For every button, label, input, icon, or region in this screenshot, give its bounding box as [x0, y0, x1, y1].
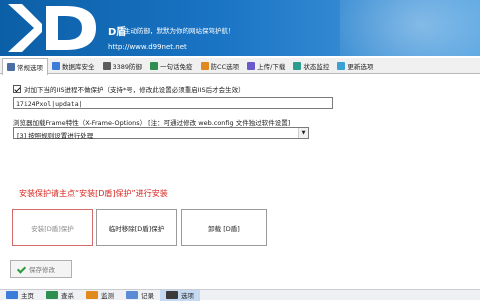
home-icon: [6, 291, 18, 299]
app-banner: D盾 主动防御，默默为你的网站保驾护航！ http://www.d99net.n…: [0, 0, 480, 56]
tab-3389[interactable]: 3389防御: [99, 58, 147, 74]
nav-options[interactable]: 选项: [160, 289, 200, 301]
monitor-icon: [86, 291, 98, 299]
save-label: 保存修改: [29, 266, 55, 274]
tab-anti-cc[interactable]: 防CC选项: [197, 58, 244, 74]
wrench-icon: [7, 63, 15, 71]
scan-icon: [46, 291, 58, 299]
nav-label: 主页: [21, 292, 34, 300]
tab-label: 一句话免疫: [160, 63, 193, 71]
tab-label: 数据库安全: [62, 63, 95, 71]
tab-label: 更新选项: [347, 63, 374, 71]
tab-label: 3389防御: [112, 63, 143, 71]
frame-options-label: 浏览器加载Frame特性（X-Frame-Options） [注：可通过修改 w…: [13, 119, 291, 127]
options-tabbar: 常规选项 数据库安全 3389防御 一句话免疫 防CC选项 上传/下载 状态监控…: [0, 58, 480, 75]
cc-icon: [200, 62, 209, 70]
tab-label: 上传/下载: [257, 63, 286, 71]
tab-upload-download[interactable]: 上传/下载: [243, 58, 289, 74]
transfer-icon: [247, 62, 256, 70]
banner-glow: [340, 0, 480, 56]
shield-icon: [150, 62, 159, 70]
save-button[interactable]: 保存修改: [10, 260, 72, 278]
tab-label: 状态监控: [303, 63, 330, 71]
install-hint: 安装保护请主点“安装[D盾]保护”进行安装: [19, 189, 168, 198]
frame-options-select[interactable]: [3] 按照规则设置进行处理 ▼: [13, 127, 309, 140]
iis-exclude-checkbox[interactable]: [13, 85, 21, 93]
tab-webshell-immune[interactable]: 一句话免疫: [146, 58, 197, 74]
chevron-down-icon[interactable]: ▼: [298, 128, 308, 138]
tab-update[interactable]: 更新选项: [333, 58, 377, 74]
nav-label: 监测: [101, 292, 114, 300]
general-options-panel: 对加下当的IIS进程不做保护（支持*号，修改此设置必须重启IIS后才会生效） 1…: [0, 75, 480, 290]
nav-home[interactable]: 主页: [0, 290, 40, 301]
database-icon: [52, 62, 60, 70]
nav-log[interactable]: 记录: [120, 290, 160, 301]
iis-exclude-label: 对加下当的IIS进程不做保护（支持*号，修改此设置必须重启IIS后才会生效）: [24, 86, 245, 94]
iis-exclude-option[interactable]: 对加下当的IIS进程不做保护（支持*号，修改此设置必须重启IIS后才会生效）: [13, 84, 245, 94]
bottom-nav: 主页 查杀 监测 记录 选项: [0, 289, 480, 301]
tab-general[interactable]: 常规选项: [2, 58, 48, 75]
d-shield-logo-icon: [8, 4, 96, 52]
options-icon: [166, 291, 178, 299]
brand-url: http://www.d99net.net: [108, 43, 187, 51]
tab-label: 常规选项: [17, 64, 43, 72]
temp-remove-protection-button[interactable]: 临时移除[D盾]保护: [96, 209, 177, 246]
nav-monitor[interactable]: 监测: [80, 290, 120, 301]
monitor-icon: [293, 62, 302, 70]
uninstall-button[interactable]: 卸载 [D盾]: [181, 209, 267, 246]
nav-label: 记录: [141, 292, 154, 300]
iis-process-input[interactable]: 17i24Pxol|updata|: [13, 97, 333, 109]
checkmark-icon: [16, 265, 25, 274]
tab-label: 防CC选项: [210, 63, 240, 71]
brand-slogan: 主动防御，默默为你的网站保驾护航！: [124, 27, 235, 35]
nav-label: 选项: [181, 292, 194, 300]
update-icon: [337, 62, 346, 70]
nav-scan[interactable]: 查杀: [40, 290, 80, 301]
log-icon: [126, 291, 138, 299]
tab-database[interactable]: 数据库安全: [48, 58, 99, 74]
nav-label: 查杀: [61, 292, 74, 300]
monitor-icon: [102, 62, 111, 70]
tab-status-monitor[interactable]: 状态监控: [289, 58, 333, 74]
frame-options-value: [3] 按照规则设置进行处理: [17, 132, 94, 140]
install-protection-button[interactable]: 安装[D盾]保护: [12, 209, 93, 246]
